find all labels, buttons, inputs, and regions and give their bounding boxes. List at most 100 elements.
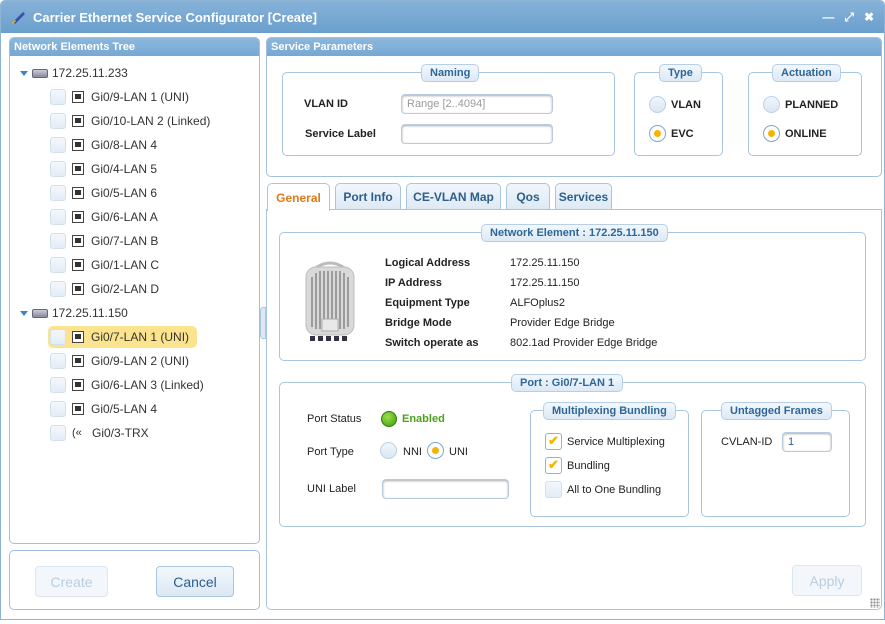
untagged-frames-legend: Untagged Frames	[721, 402, 832, 420]
action-buttons-panel: Create Cancel	[9, 550, 260, 610]
title-bar[interactable]: Carrier Ethernet Service Configurator [C…	[1, 1, 884, 33]
close-icon[interactable]: ✖	[864, 10, 874, 25]
tree-item-port[interactable]: Gi0/5-LAN 4	[48, 398, 165, 420]
expand-arrow-icon[interactable]	[20, 70, 28, 76]
vlan-id-label: VLAN ID	[304, 98, 348, 110]
tree-node-network-element[interactable]: 172.25.11.150	[10, 302, 128, 324]
tree-item-port[interactable]: Gi0/1-LAN C	[48, 254, 167, 276]
port-checkbox[interactable]	[50, 281, 66, 297]
port-type-uni-label: UNI	[449, 446, 468, 458]
type-fieldset: Type VLAN EVC	[634, 64, 723, 156]
ethernet-port-icon	[72, 235, 84, 247]
network-element-label: 172.25.11.233	[52, 66, 128, 80]
info-value: 172.25.11.150	[510, 257, 580, 269]
tab-services[interactable]: Services	[555, 183, 612, 210]
tree-item-port[interactable]: Gi0/2-LAN D	[48, 278, 167, 300]
port-checkbox[interactable]	[50, 257, 66, 273]
configurator-window: Carrier Ethernet Service Configurator [C…	[0, 0, 885, 620]
info-value: Provider Edge Bridge	[510, 317, 615, 329]
resize-grip-icon[interactable]	[870, 598, 880, 608]
tree-item-port[interactable]: Gi0/6-LAN 3 (Linked)	[48, 374, 212, 396]
cancel-button[interactable]: Cancel	[156, 566, 234, 597]
tree-item-port[interactable]: Gi0/9-LAN 1 (UNI)	[48, 86, 197, 108]
tab-port-info[interactable]: Port Info	[335, 183, 401, 210]
tree-node-network-element[interactable]: 172.25.11.233	[10, 62, 128, 84]
ethernet-port-icon	[72, 139, 84, 151]
ethernet-port-icon	[72, 331, 84, 343]
port-type-uni-radio[interactable]	[427, 442, 444, 459]
network-element-icon	[32, 308, 48, 318]
all-to-one-bundling-label: All to One Bundling	[567, 484, 662, 496]
port-checkbox[interactable]	[50, 377, 66, 393]
info-label: Switch operate as	[385, 337, 479, 349]
type-evc-radio[interactable]	[649, 125, 666, 142]
tab-general[interactable]: General	[267, 183, 330, 211]
general-tab-content: Network Element : 172.25.11.150 Logical …	[266, 209, 882, 610]
radio-trx-icon: («	[72, 427, 82, 439]
create-button[interactable]: Create	[35, 566, 108, 597]
service-parameters-header: Service Parameters	[267, 38, 881, 56]
port-type-nni-label: NNI	[403, 446, 422, 458]
ethernet-port-icon	[72, 91, 84, 103]
tree-item-port[interactable]: (« Gi0/3-TRX	[48, 422, 157, 444]
actuation-planned-label: PLANNED	[785, 99, 839, 111]
all-to-one-bundling-checkbox[interactable]	[545, 481, 562, 498]
type-evc-label: EVC	[671, 128, 694, 140]
tab-qos[interactable]: Qos	[506, 183, 550, 210]
network-element-legend: Network Element : 172.25.11.150	[481, 224, 668, 242]
port-checkbox[interactable]	[50, 353, 66, 369]
port-checkbox[interactable]	[50, 329, 66, 345]
tree-item-port[interactable]: Gi0/8-LAN 4	[48, 134, 165, 156]
port-label: Gi0/10-LAN 2 (Linked)	[91, 114, 211, 128]
uni-label-input[interactable]	[382, 479, 509, 499]
tree-item-port[interactable]: Gi0/5-LAN 6	[48, 182, 165, 204]
tree-item-port[interactable]: Gi0/7-LAN 1 (UNI)	[48, 326, 198, 348]
type-vlan-radio[interactable]	[649, 96, 666, 113]
tree-item-port[interactable]: Gi0/7-LAN B	[48, 230, 166, 252]
port-checkbox[interactable]	[50, 161, 66, 177]
port-legend: Port : Gi0/7-LAN 1	[511, 374, 624, 392]
ethernet-port-icon	[72, 211, 84, 223]
service-multiplexing-label: Service Multiplexing	[567, 436, 665, 448]
tree-header: Network Elements Tree	[10, 38, 259, 56]
actuation-legend: Actuation	[772, 64, 841, 82]
port-checkbox[interactable]	[50, 113, 66, 129]
ethernet-port-icon	[72, 259, 84, 271]
type-vlan-label: VLAN	[671, 99, 701, 111]
tree-item-port[interactable]: Gi0/10-LAN 2 (Linked)	[48, 110, 218, 132]
restore-icon[interactable]: ⤢	[844, 10, 854, 25]
actuation-planned-radio[interactable]	[763, 96, 780, 113]
cvlan-id-input[interactable]: 1	[782, 432, 832, 452]
info-value: 802.1ad Provider Edge Bridge	[510, 337, 658, 349]
vlan-id-input[interactable]: Range [2..4094]	[401, 94, 553, 114]
tab-ce-vlan-map[interactable]: CE-VLAN Map	[406, 183, 501, 210]
apply-button[interactable]: Apply	[792, 565, 862, 596]
ethernet-port-icon	[72, 283, 84, 295]
expand-arrow-icon[interactable]	[20, 310, 28, 316]
service-label-input[interactable]	[401, 124, 553, 144]
info-label: Logical Address	[385, 257, 471, 269]
bundling-checkbox[interactable]: ✔	[545, 457, 562, 474]
port-checkbox[interactable]	[50, 401, 66, 417]
ethernet-port-icon	[72, 355, 84, 367]
actuation-fieldset: Actuation PLANNED ONLINE	[748, 64, 862, 156]
port-checkbox[interactable]	[50, 89, 66, 105]
port-checkbox[interactable]	[50, 209, 66, 225]
port-checkbox[interactable]	[50, 185, 66, 201]
port-checkbox[interactable]	[50, 425, 66, 441]
port-label: Gi0/9-LAN 1 (UNI)	[91, 90, 190, 104]
naming-legend: Naming	[421, 64, 480, 82]
port-type-nni-radio[interactable]	[380, 442, 397, 459]
tree-item-port[interactable]: Gi0/9-LAN 2 (UNI)	[48, 350, 197, 372]
tree-item-port[interactable]: Gi0/6-LAN A	[48, 206, 166, 228]
service-multiplexing-checkbox[interactable]: ✔	[545, 433, 562, 450]
port-checkbox[interactable]	[50, 137, 66, 153]
port-checkbox[interactable]	[50, 233, 66, 249]
ethernet-port-icon	[72, 379, 84, 391]
tree-item-port[interactable]: Gi0/4-LAN 5	[48, 158, 165, 180]
port-label: Gi0/7-LAN 1 (UNI)	[91, 330, 190, 344]
port-label: Gi0/5-LAN 4	[91, 402, 158, 416]
minimize-icon[interactable]: —	[822, 10, 834, 25]
port-status-led-icon	[381, 411, 397, 427]
actuation-online-radio[interactable]	[763, 125, 780, 142]
